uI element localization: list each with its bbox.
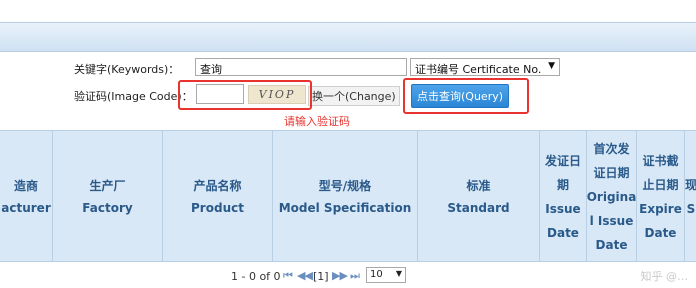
search-form: 关键字(Keywords)： 查询 证书编号 Certificate No. ▼… [0,52,696,130]
column-original-issue-date: 首次发 证日期 Origina l Issue Date [587,131,637,263]
first-page-icon[interactable]: ⏮ [283,269,293,283]
page-size-select[interactable]: 10 ▼ [366,267,406,283]
chevron-down-icon: ▼ [395,269,402,278]
certificate-type-select[interactable]: 证书编号 Certificate No. ▼ [410,58,560,76]
header-band [0,22,696,52]
column-factory: 生产厂 Factory [53,131,163,263]
column-issue-date: 发证日 期 Issue Date [540,131,587,263]
column-product: 产品名称 Product [163,131,273,263]
change-captcha-button[interactable]: 换一个(Change) [308,86,400,106]
results-table-header: 造商 acturer 生产厂 Factory 产品名称 Product 型号/规格 Mo… [0,130,696,263]
top-strip [0,0,696,22]
watermark: 知乎 @… [640,270,689,283]
pagination-bar: 1 - 0 of 0 ⏮ ◀◀ [1] ▶▶ ⏭ 10 ▼ [0,262,696,288]
column-status: 现 S [685,178,696,216]
certificate-type-value: 证书编号 Certificate No. [415,63,542,76]
keywords-label: 关键字(Keywords)： [74,63,180,76]
chevron-down-icon: ▼ [548,61,555,71]
last-page-icon[interactable]: ⏭ [350,269,360,283]
next-page-icon[interactable]: ▶▶ [332,269,348,282]
highlight-box-query [403,78,529,114]
current-page[interactable]: [1] [313,270,329,283]
column-standard: 标准 Standard [418,131,540,263]
prev-page-icon[interactable]: ◀◀ [297,269,313,282]
captcha-hint: 请输入验证码 [284,115,350,128]
record-range: 1 - 0 of 0 [231,270,281,283]
column-expire-date: 证书截 止日期 Expire Date [637,131,685,263]
highlight-box-captcha [178,80,312,110]
image-code-label: 验证码(Image Code)： [74,90,193,103]
column-model-specification: 型号/规格 Model Specification [273,131,418,263]
page-size-value: 10 [370,269,383,280]
column-manufacturer: 造商 acturer [0,131,53,263]
keywords-input[interactable]: 查询 [195,58,407,76]
